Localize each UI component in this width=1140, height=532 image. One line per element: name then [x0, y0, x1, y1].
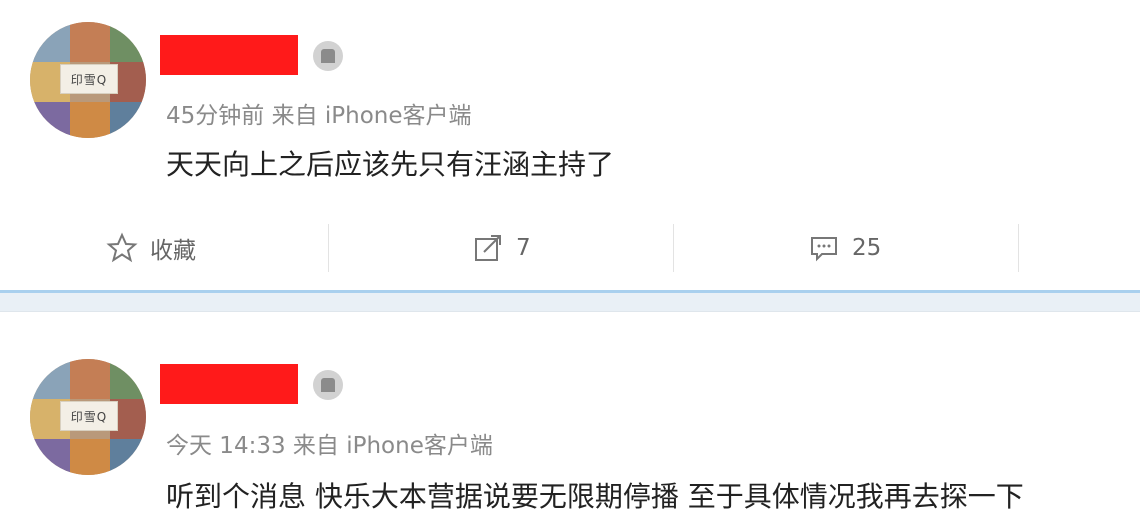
post-meta: 今天 14:33 来自 iPhone客户端 [166, 433, 493, 459]
favorite-label: 收藏 [150, 238, 196, 264]
repost-button[interactable]: 7 [472, 222, 531, 274]
favorite-button[interactable]: 收藏 [106, 222, 196, 274]
avatar[interactable]: 印雪Q [30, 359, 146, 475]
speech-bubble-icon [811, 237, 837, 262]
comment-count: 25 [852, 235, 882, 261]
avatar[interactable]: 印雪Q [30, 22, 146, 138]
action-divider [673, 224, 674, 272]
avatar-badge: 印雪Q [60, 401, 118, 431]
username-redacted[interactable] [160, 35, 298, 75]
repost-count: 7 [516, 235, 531, 261]
post-actions: 收藏 7 25 [0, 222, 1140, 274]
username-redacted[interactable] [160, 364, 298, 404]
post-content: 天天向上之后应该先只有汪涵主持了 [166, 148, 615, 181]
feed-separator [0, 290, 1140, 312]
action-divider [328, 224, 329, 272]
action-divider [1018, 224, 1019, 272]
vip-badge-icon [313, 370, 343, 400]
post-content: 听到个消息 快乐大本营据说要无限期停播 至于具体情况我再去探一下 [166, 480, 1024, 513]
weibo-post-2: 印雪Q 今天 14:33 来自 iPhone客户端 听到个消息 快乐大本营据说要… [0, 312, 1140, 532]
share-arrow-icon [475, 235, 501, 261]
comment-button[interactable]: 25 [808, 222, 881, 274]
post-meta: 45分钟前 来自 iPhone客户端 [166, 103, 472, 129]
avatar-badge: 印雪Q [60, 64, 118, 94]
vip-badge-icon [313, 41, 343, 71]
weibo-post-1: 印雪Q 45分钟前 来自 iPhone客户端 天天向上之后应该先只有汪涵主持了 … [0, 0, 1140, 290]
star-outline-icon [106, 232, 138, 263]
